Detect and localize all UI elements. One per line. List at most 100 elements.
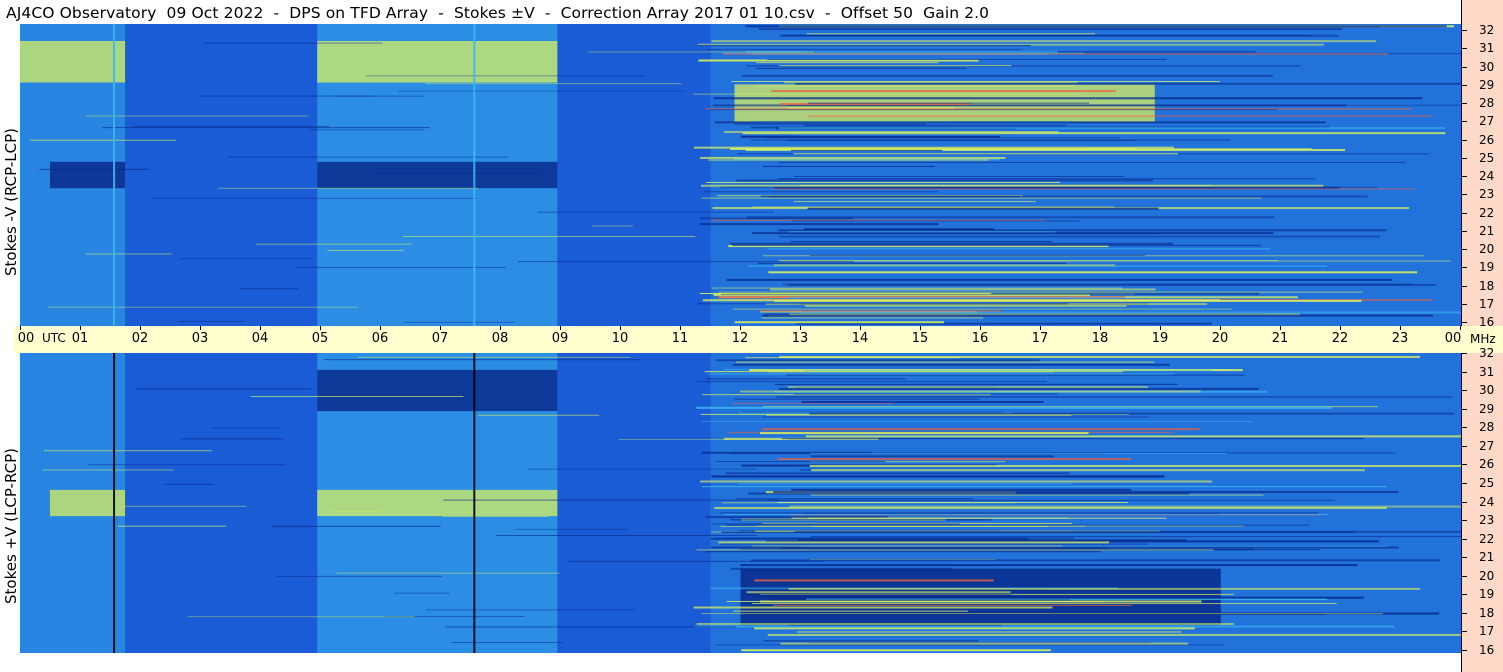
rfi-line — [760, 195, 1021, 197]
time-tick — [740, 326, 741, 330]
frequency-tick — [1462, 121, 1467, 123]
page-title: AJ4CO Observatory 09 Oct 2022 - DPS on T… — [6, 4, 990, 22]
time-tick — [680, 326, 681, 330]
rfi-line — [722, 502, 1015, 504]
rfi-line — [732, 308, 1233, 310]
rfi-line — [698, 45, 1031, 47]
time-tick — [380, 326, 381, 330]
rfi-line — [707, 49, 1021, 51]
time-tick — [1400, 326, 1401, 330]
rfi-line — [767, 633, 1461, 636]
rfi-line — [713, 97, 1423, 100]
rfi-line — [763, 640, 979, 642]
rfi-line — [336, 572, 560, 574]
rfi-line — [806, 33, 1096, 35]
time-tick-label: 02 — [131, 331, 149, 346]
frequency-tick-label: 22 — [1479, 205, 1495, 220]
rfi-line — [180, 438, 283, 440]
rfi-line — [770, 599, 1071, 601]
rfi-line — [794, 393, 1058, 395]
rfi-line — [696, 303, 1069, 305]
rfi-line — [779, 235, 1380, 238]
time-tick — [140, 326, 141, 330]
heatmap-feature — [317, 489, 558, 517]
rfi-line — [720, 512, 1319, 514]
rfi-line — [102, 127, 430, 129]
frequency-tick-label: 27 — [1479, 114, 1495, 129]
rfi-line — [700, 217, 854, 220]
rfi-line — [741, 74, 1273, 77]
time-tick-label: 14 — [851, 331, 869, 346]
rfi-line — [790, 149, 943, 151]
rfi-line — [740, 135, 1001, 138]
rfi-line — [394, 592, 450, 594]
rfi-line — [700, 156, 1006, 159]
rfi-line — [376, 172, 540, 174]
time-tick-label: 19 — [1151, 331, 1169, 346]
rfi-line — [699, 223, 939, 226]
time-tick-label: 17 — [1031, 331, 1049, 346]
rfi-line — [741, 649, 1051, 652]
rfi-line — [780, 642, 1189, 645]
rfi-line — [736, 498, 974, 500]
frequency-tick-label: 17 — [1479, 624, 1495, 639]
rfi-line — [740, 564, 1358, 567]
rfi-line — [782, 283, 1412, 285]
rfi-line — [402, 236, 696, 238]
rfi-line — [119, 505, 247, 507]
time-tick-label: 05 — [311, 331, 329, 346]
rfi-line — [804, 304, 1127, 307]
rfi-line — [701, 486, 1387, 488]
rfi-line — [44, 450, 213, 452]
frequency-tick — [1462, 408, 1467, 410]
rfi-line — [744, 589, 1037, 591]
rfi-line — [117, 525, 227, 527]
frequency-tick — [1462, 84, 1467, 86]
frequency-tick-label: 31 — [1479, 364, 1495, 379]
time-tick-label: 12 — [731, 331, 749, 346]
frequency-tick — [1462, 103, 1467, 104]
frequency-tick-label: 23 — [1479, 513, 1495, 528]
rfi-line — [810, 453, 1227, 455]
time-marker-line — [113, 24, 116, 326]
rfi-line — [711, 475, 1165, 478]
rfi-line — [767, 248, 1271, 250]
rfi-line — [204, 42, 383, 44]
rfi-line — [716, 461, 886, 463]
rfi-line — [134, 125, 330, 127]
rfi-line — [734, 321, 945, 324]
heatmap-feature — [317, 161, 558, 189]
rfi-line — [730, 567, 953, 570]
rfi-line — [726, 524, 1310, 526]
frequency-tick-label: 18 — [1479, 605, 1495, 620]
rfi-line — [789, 297, 1123, 299]
rfi-line — [803, 370, 1213, 372]
time-tick — [620, 326, 621, 330]
rfi-line — [732, 244, 1261, 246]
bottom-panel-ylabel: Stokes +V (LCP-RCP) — [2, 448, 20, 604]
frequency-tick-label: 20 — [1479, 242, 1495, 256]
rfi-line — [731, 81, 1220, 83]
time-tick — [860, 326, 861, 330]
rfi-line — [735, 361, 1155, 363]
rfi-line — [781, 438, 1365, 440]
rfi-line — [790, 233, 1159, 235]
frequency-tick-label: 19 — [1479, 260, 1495, 275]
rfi-line — [771, 90, 1116, 93]
frequency-tick-label: 30 — [1479, 383, 1495, 398]
frequency-tick-label: 25 — [1479, 475, 1495, 490]
rfi-line — [807, 102, 1089, 104]
frequency-tick-label: 20 — [1479, 568, 1495, 583]
frequency-tick — [1462, 249, 1467, 250]
rfi-line — [327, 249, 404, 251]
rfi-line — [734, 123, 927, 125]
frequency-tick — [1462, 139, 1467, 141]
rfi-line — [701, 420, 1253, 422]
frequency-tick — [1462, 30, 1467, 31]
rfi-line — [724, 130, 1059, 133]
rfi-line — [706, 378, 906, 380]
rfi-line — [733, 610, 969, 612]
frequency-tick-label: 25 — [1479, 150, 1495, 165]
rfi-line — [762, 416, 1150, 418]
rfi-line — [451, 642, 563, 644]
